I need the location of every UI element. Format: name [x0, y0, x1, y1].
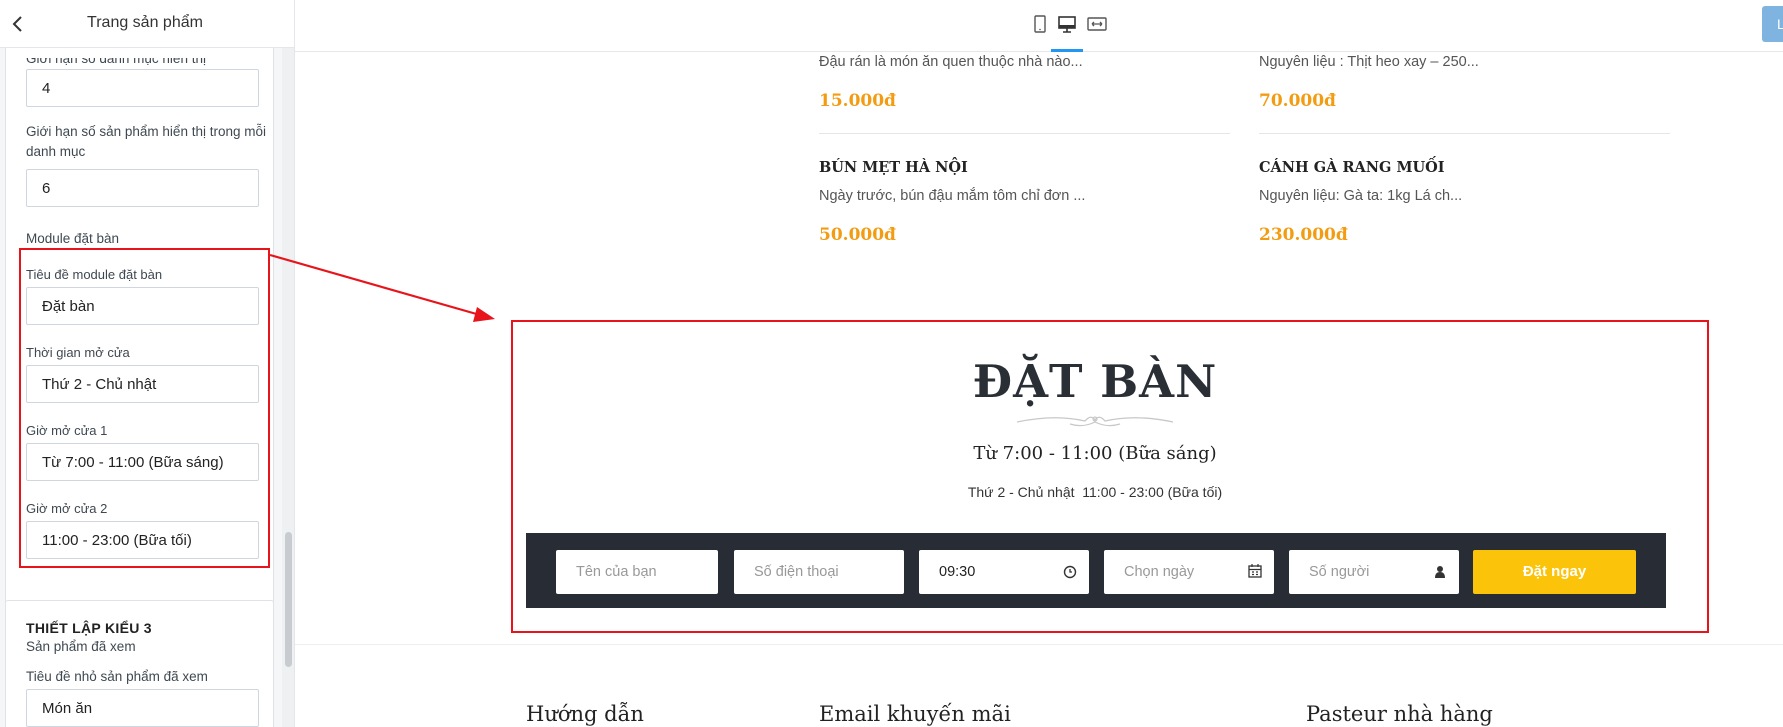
product-name[interactable]: CÁNH GÀ RANG MUỐI [1259, 158, 1669, 178]
fullwidth-icon[interactable] [1085, 12, 1109, 36]
product-desc: Nguyên liệu: Gà ta: 1kg Lá ch... [1259, 188, 1463, 204]
calendar-icon [1248, 550, 1262, 611]
booking-time-value: 09:30 [939, 564, 976, 580]
panel-title: Trang sản phẩm [87, 14, 203, 31]
footer-divider [295, 644, 1783, 645]
product-price: 230.000đ [1259, 225, 1348, 245]
back-chevron-icon[interactable] [6, 12, 30, 36]
style3-subtitle: Sản phẩm đã xem [26, 639, 136, 654]
footer-heading-restaurant: Pasteur nhà hàng [1306, 702, 1493, 726]
product-price: 15.000đ [819, 91, 896, 111]
product-item-4[interactable]: CÁNH GÀ RANG MUỐI Nguyên liệu: Gà ta: 1k… [1259, 158, 1669, 246]
viewed-small-title-input[interactable] [26, 689, 259, 727]
product-item-2[interactable]: Nguyên liệu : Thịt heo xay – 250... 70.0… [1259, 52, 1669, 112]
product-limit-input[interactable] [26, 169, 259, 207]
panel-scrollbar-thumb[interactable] [285, 532, 292, 667]
category-limit-label: Giới hạn số danh mục hiển thị [26, 51, 206, 66]
viewed-small-title-label: Tiêu đề nhỏ sản phẩm đã xem [26, 669, 208, 684]
booking-title: ĐẶT BÀN [972, 355, 1218, 408]
booking-time-input[interactable]: 09:30 [919, 550, 1089, 594]
product-limit-label: Giới hạn số sản phẩm hiển thị trong mỗi … [26, 124, 266, 159]
clock-icon [1063, 550, 1077, 611]
footer-heading-email: Email khuyến mãi [819, 702, 1011, 726]
device-toolbar [295, 0, 1783, 52]
booking-name-input[interactable]: Tên của bạn [556, 550, 718, 594]
product-divider [819, 133, 1230, 134]
booking-hours-primary: Từ 7:00 - 11:00 (Bữa sáng) [973, 443, 1217, 464]
product-desc: Nguyên liệu : Thịt heo xay – 250... [1259, 54, 1479, 70]
panel-header: Trang sản phẩm [0, 0, 294, 48]
tablet-icon[interactable] [1028, 12, 1052, 36]
user-icon [1433, 550, 1447, 611]
product-divider [1259, 133, 1670, 134]
booking-people-input[interactable]: Số người [1289, 550, 1459, 594]
settings-card-style3: THIẾT LẬP KIỂU 3 Sản phẩm đã xem Tiêu đề… [5, 600, 274, 727]
ornament-divider-icon [1015, 410, 1175, 430]
publish-button[interactable]: L [1762, 6, 1783, 42]
product-desc: Đậu rán là món ăn quen thuộc nhà nào... [819, 54, 1083, 70]
product-price: 70.000đ [1259, 91, 1336, 111]
booking-date-input[interactable]: Chọn ngày [1104, 550, 1274, 594]
booking-hours-secondary: Thứ 2 - Chủ nhật 11:00 - 23:00 (Bữa tối) [967, 484, 1223, 500]
booking-module-label: Module đặt bàn [26, 231, 120, 246]
product-item-1[interactable]: Đậu rán là món ăn quen thuộc nhà nào... … [819, 52, 1229, 112]
booking-phone-input[interactable]: Số điện thoại [734, 550, 904, 594]
product-price: 50.000đ [819, 225, 896, 245]
booking-submit-button[interactable]: Đặt ngay [1473, 550, 1636, 594]
desktop-icon[interactable] [1055, 12, 1079, 36]
highlight-box-settings [19, 248, 270, 568]
booking-people-placeholder: Số người [1309, 564, 1370, 580]
footer-heading-guide: Hướng dẫn [526, 702, 644, 726]
style3-title: THIẾT LẬP KIỂU 3 [26, 620, 152, 636]
product-name[interactable]: BÚN MẸT HÀ NỘI [819, 158, 1229, 178]
booking-date-placeholder: Chọn ngày [1124, 564, 1195, 580]
category-limit-input[interactable] [26, 69, 259, 107]
product-desc: Ngày trước, bún đậu mắm tôm chỉ đơn ... [819, 188, 1086, 204]
product-item-3[interactable]: BÚN MẸT HÀ NỘI Ngày trước, bún đậu mắm t… [819, 158, 1229, 246]
settings-panel: Trang sản phẩm Giới hạn số danh mục hiển… [0, 0, 295, 727]
